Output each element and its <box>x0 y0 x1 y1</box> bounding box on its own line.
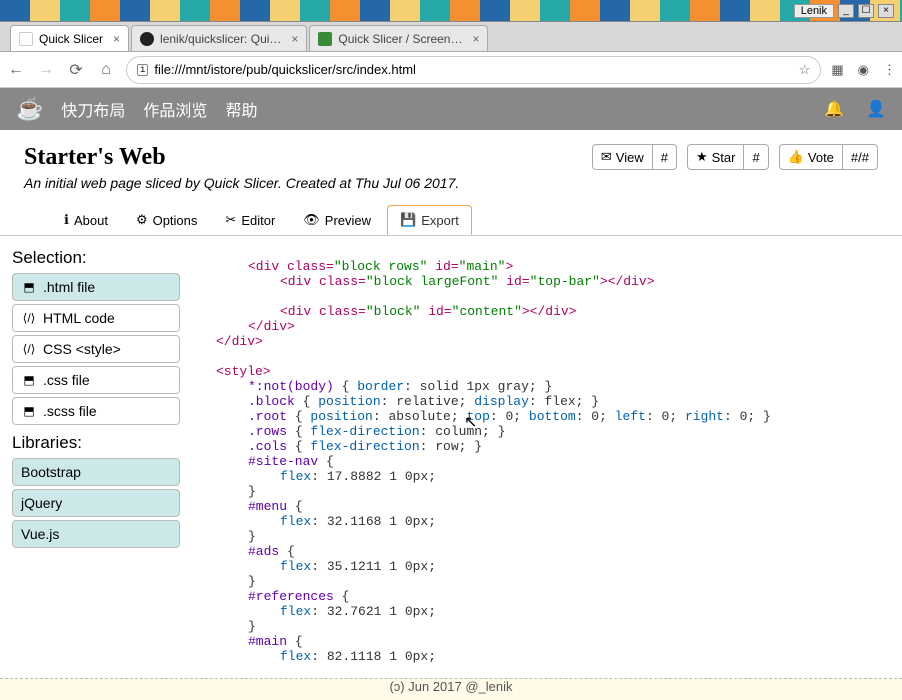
option-scss-file[interactable]: ⬒.scss file <box>12 397 180 425</box>
user-profile-icon[interactable]: 👤 <box>866 99 886 119</box>
reload-button[interactable]: ⟳ <box>66 60 86 80</box>
browser-tab-3[interactable]: Quick Slicer / Screen… × <box>309 25 488 51</box>
browser-toolbar: ← → ⟳ ⌂ i file:///mnt/istore/pub/quicksl… <box>0 52 902 88</box>
tab-close-icon[interactable]: × <box>113 32 120 46</box>
css3-icon: ⬒ <box>21 373 37 387</box>
option-css-style[interactable]: ⟨/⟩CSS <style> <box>12 335 180 363</box>
envelope-icon: ✉ <box>601 149 612 165</box>
crop-icon: ✂ <box>225 212 236 228</box>
tab-title: Quick Slicer / Screen… <box>338 32 462 46</box>
gear-icon: ⚙ <box>136 212 148 228</box>
forward-button[interactable]: → <box>36 61 56 79</box>
tab-editor[interactable]: ✂Editor <box>213 205 287 235</box>
code-icon: ⟨/⟩ <box>21 311 37 325</box>
library-bootstrap[interactable]: Bootstrap <box>12 458 180 486</box>
browser-tabstrip: Quick Slicer × lenik/quickslicer: Qui… ×… <box>0 22 902 52</box>
menu-works-browse[interactable]: 作品浏览 <box>143 97 207 121</box>
tab-export[interactable]: 💾Export <box>387 205 472 235</box>
css3-icon: ⬒ <box>21 404 37 418</box>
app-navbar: ☕ 快刀布局 作品浏览 帮助 🔔 👤 <box>0 88 902 130</box>
export-sidebar: Selection: ⬒.html file ⟨/⟩HTML code ⟨/⟩C… <box>0 236 192 678</box>
library-jquery[interactable]: jQuery <box>12 489 180 517</box>
export-code-view[interactable]: <div class="block rows" id="main"> <div … <box>192 236 902 678</box>
coffee-logo-icon[interactable]: ☕ <box>16 96 43 122</box>
star-badge[interactable]: ★Star # <box>687 144 769 170</box>
thumbs-up-icon: 👍 <box>788 149 804 165</box>
main-area: Selection: ⬒.html file ⟨/⟩HTML code ⟨/⟩C… <box>0 235 902 678</box>
window-maximize-button[interactable]: ☐ <box>858 4 874 18</box>
option-html-code[interactable]: ⟨/⟩HTML code <box>12 304 180 332</box>
tab-preview[interactable]: 👁Preview <box>291 205 383 235</box>
qr-extension-icon[interactable]: ▦ <box>831 62 843 78</box>
app-tabbar: ℹAbout ⚙Options ✂Editor 👁Preview 💾Export <box>0 195 902 235</box>
taskbar-app-label: Lenik <box>794 4 834 18</box>
page-title: Starter's Web <box>24 144 459 171</box>
star-icon: ★ <box>696 149 708 165</box>
library-vue[interactable]: Vue.js <box>12 520 180 548</box>
footer-text: (ɔ) Jun 2017 @_lenik <box>0 678 902 700</box>
code-icon: ⟨/⟩ <box>21 342 37 356</box>
os-titlebar: Lenik _ ☐ × <box>0 0 902 22</box>
page-subtitle: An initial web page sliced by Quick Slic… <box>24 175 459 191</box>
url-text: file:///mnt/istore/pub/quickslicer/src/i… <box>154 62 798 77</box>
address-bar[interactable]: i file:///mnt/istore/pub/quickslicer/src… <box>126 56 821 84</box>
vote-badge[interactable]: 👍Vote #/# <box>779 144 878 170</box>
tab-close-icon[interactable]: × <box>472 32 479 46</box>
sourceforge-favicon-icon <box>318 32 332 46</box>
eye-icon: 👁 <box>303 212 320 228</box>
tab-title: lenik/quickslicer: Qui… <box>160 32 281 46</box>
browser-menu-icon[interactable]: ⋮ <box>883 62 896 78</box>
notifications-bell-icon[interactable]: 🔔 <box>824 99 844 119</box>
back-button[interactable]: ← <box>6 61 26 79</box>
home-button[interactable]: ⌂ <box>96 61 116 79</box>
menu-help[interactable]: 帮助 <box>225 97 257 121</box>
github-favicon-icon <box>140 32 154 46</box>
tab-about[interactable]: ℹAbout <box>52 205 120 235</box>
libraries-heading: Libraries: <box>12 433 180 453</box>
app-menu: 快刀布局 作品浏览 帮助 <box>61 97 257 121</box>
window-minimize-button[interactable]: _ <box>838 4 854 18</box>
option-html-file[interactable]: ⬒.html file <box>12 273 180 301</box>
tab-options[interactable]: ⚙Options <box>124 205 209 235</box>
option-css-file[interactable]: ⬒.css file <box>12 366 180 394</box>
tab-close-icon[interactable]: × <box>291 32 298 46</box>
favicon-icon <box>19 32 33 46</box>
tab-title: Quick Slicer <box>39 32 103 46</box>
html5-icon: ⬒ <box>21 280 37 294</box>
bookmark-star-icon[interactable]: ☆ <box>799 62 811 78</box>
page-header: Starter's Web An initial web page sliced… <box>0 130 902 195</box>
view-badge[interactable]: ✉View # <box>592 144 677 170</box>
save-icon: 💾 <box>400 212 416 228</box>
info-icon: ℹ <box>64 212 69 228</box>
browser-tab-1[interactable]: Quick Slicer × <box>10 25 129 51</box>
profile-icon[interactable]: ◉ <box>858 62 869 78</box>
browser-tab-2[interactable]: lenik/quickslicer: Qui… × <box>131 25 307 51</box>
selection-heading: Selection: <box>12 248 180 268</box>
window-close-button[interactable]: × <box>878 4 894 18</box>
browser-actions: ▦ ◉ ⋮ <box>831 62 896 78</box>
menu-quick-layout[interactable]: 快刀布局 <box>61 97 125 121</box>
file-scheme-icon: i <box>137 64 148 76</box>
